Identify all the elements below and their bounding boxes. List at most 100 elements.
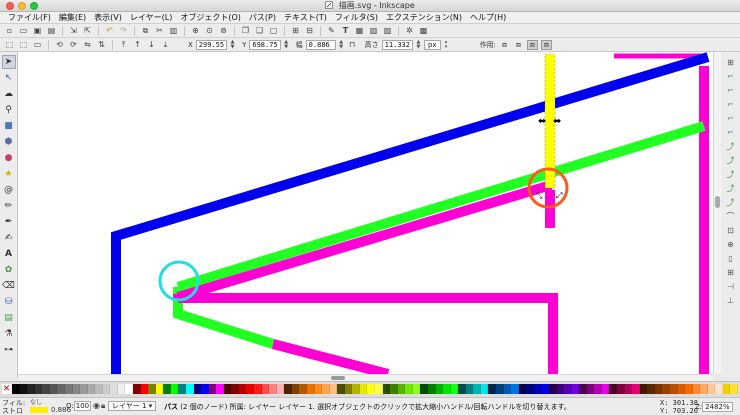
fill-stroke-icon[interactable]: ✎ bbox=[326, 26, 337, 36]
palette-swatch[interactable] bbox=[382, 384, 391, 394]
print-icon[interactable]: ▤ bbox=[46, 26, 57, 36]
palette-swatch[interactable] bbox=[163, 384, 171, 394]
palette-swatch[interactable] bbox=[662, 384, 670, 394]
palette-swatch[interactable] bbox=[72, 384, 81, 394]
palette-swatch[interactable] bbox=[34, 384, 43, 394]
palette-swatch[interactable] bbox=[571, 384, 580, 394]
snap-rotation-center-icon[interactable]: ⊕ bbox=[724, 238, 737, 250]
palette-swatch[interactable] bbox=[223, 384, 232, 394]
horizontal-scrollbar[interactable] bbox=[18, 374, 713, 381]
maximize-window-button[interactable] bbox=[30, 2, 38, 10]
palette-swatch[interactable] bbox=[473, 384, 481, 394]
scale-handle-right[interactable]: ⬌ bbox=[553, 116, 561, 127]
snap-bbox-icon[interactable]: ⌐ bbox=[724, 70, 737, 82]
palette-swatch[interactable] bbox=[458, 384, 466, 394]
snap-path-icon[interactable]: ⤴ bbox=[724, 154, 737, 166]
palette-swatch[interactable] bbox=[140, 384, 149, 394]
scale-handle-bottom-right[interactable]: ⤢ bbox=[555, 191, 562, 200]
copy-icon[interactable]: ⧉ bbox=[140, 26, 151, 36]
snap-text-baseline-icon[interactable]: ⊥ bbox=[724, 294, 737, 306]
select-all-icon[interactable]: ⬚ bbox=[4, 40, 15, 50]
palette-swatch[interactable] bbox=[556, 384, 565, 394]
snap-grid-icon[interactable]: ⊞ bbox=[724, 266, 737, 278]
rotate-ccw-icon[interactable]: ⟲ bbox=[54, 40, 65, 50]
drawing-svg[interactable]: ⬌ ⬌ ⤡ ⤢ bbox=[18, 52, 713, 374]
tweak-tool-icon[interactable]: ☁ bbox=[2, 87, 16, 101]
flip-vertical-icon[interactable]: ⇅ bbox=[96, 40, 107, 50]
width-input[interactable]: 0.886 bbox=[305, 39, 336, 50]
height-input[interactable]: 11.332 bbox=[381, 39, 413, 50]
scale-corners-icon[interactable]: ⧈ bbox=[513, 40, 524, 50]
import-icon[interactable]: ⇲ bbox=[68, 26, 79, 36]
open-file-icon[interactable]: ▭ bbox=[18, 26, 29, 36]
unit-select[interactable]: px bbox=[423, 39, 441, 50]
palette-swatch[interactable] bbox=[367, 384, 375, 394]
star-tool-icon[interactable]: ★ bbox=[2, 167, 16, 181]
redo-icon[interactable]: ↷ bbox=[118, 26, 129, 36]
palette-swatch[interactable] bbox=[677, 384, 686, 394]
palette-swatch[interactable] bbox=[133, 384, 141, 394]
palette-swatch[interactable] bbox=[390, 384, 398, 394]
unlink-clone-icon[interactable]: ▢ bbox=[268, 26, 279, 36]
x-input[interactable]: 299.55 bbox=[195, 39, 228, 50]
height-spinner[interactable]: ▲ ▼ bbox=[416, 39, 421, 50]
snap-cusp-icon[interactable]: ⤴ bbox=[724, 182, 737, 194]
palette-swatch[interactable] bbox=[579, 384, 587, 394]
palette-swatch[interactable] bbox=[193, 384, 202, 394]
palette-swatch[interactable] bbox=[49, 384, 58, 394]
palette-swatch[interactable] bbox=[435, 384, 444, 394]
palette-swatch[interactable] bbox=[178, 384, 186, 394]
y-spinner[interactable]: ▲ ▼ bbox=[284, 39, 289, 50]
palette-swatch[interactable] bbox=[238, 384, 247, 394]
palette-swatch[interactable] bbox=[427, 384, 436, 394]
zoom-selection-icon[interactable]: ⊕ bbox=[190, 26, 201, 36]
menu-layer[interactable]: レイヤー(L) bbox=[126, 12, 176, 23]
zoom-control[interactable]: Z: 2482% bbox=[695, 402, 733, 412]
palette-swatch[interactable] bbox=[344, 384, 353, 394]
palette-swatch[interactable] bbox=[306, 384, 315, 394]
zoom-page-icon[interactable]: ⊚ bbox=[218, 26, 229, 36]
palette-swatch[interactable] bbox=[722, 384, 731, 394]
palette-swatch[interactable] bbox=[359, 384, 368, 394]
text-font-icon[interactable]: T bbox=[340, 26, 351, 36]
move-patterns-icon[interactable]: ⧈ bbox=[540, 39, 552, 50]
palette-swatch[interactable] bbox=[148, 384, 156, 394]
palette-swatch[interactable] bbox=[299, 384, 307, 394]
palette-swatch[interactable] bbox=[216, 384, 224, 394]
export-icon[interactable]: ⇱ bbox=[82, 26, 93, 36]
paint-bucket-tool-icon[interactable]: ⛁ bbox=[2, 295, 16, 309]
palette-swatch[interactable] bbox=[654, 384, 663, 394]
flip-horizontal-icon[interactable]: ⇋ bbox=[82, 40, 93, 50]
palette-swatch[interactable] bbox=[480, 384, 489, 394]
palette-swatch[interactable] bbox=[337, 384, 345, 394]
palette-swatch[interactable] bbox=[730, 384, 738, 394]
palette-swatch[interactable] bbox=[548, 384, 557, 394]
selector-tool-icon[interactable]: ➤ bbox=[1, 55, 16, 69]
drawing-canvas[interactable]: ⬌ ⬌ ⤡ ⤢ bbox=[18, 52, 713, 374]
cut-icon[interactable]: ✂ bbox=[154, 26, 165, 36]
palette-swatch[interactable] bbox=[291, 384, 300, 394]
snap-smooth-icon[interactable]: ⤴ bbox=[724, 196, 737, 208]
palette-swatch[interactable] bbox=[87, 384, 96, 394]
snap-bbox-edge-icon[interactable]: ⌐ bbox=[724, 84, 737, 96]
palette-swatch[interactable] bbox=[64, 384, 73, 394]
duplicate-icon[interactable]: ❐ bbox=[240, 26, 251, 36]
vertical-scrollbar[interactable] bbox=[713, 52, 721, 374]
spray-tool-icon[interactable]: ✿ bbox=[2, 263, 16, 277]
snap-nodes-icon[interactable]: ⤴ bbox=[724, 140, 737, 152]
palette-swatch[interactable] bbox=[526, 384, 534, 394]
raise-to-top-icon[interactable]: ⤒ bbox=[118, 40, 129, 50]
palette-swatch[interactable] bbox=[420, 384, 428, 394]
palette-swatch[interactable] bbox=[19, 384, 28, 394]
close-window-button[interactable] bbox=[6, 2, 14, 10]
palette-swatch[interactable] bbox=[125, 384, 133, 394]
palette-swatch[interactable] bbox=[405, 384, 413, 394]
connector-tool-icon[interactable]: ⊶ bbox=[2, 343, 16, 357]
zoom-tool-icon[interactable]: ⚲ bbox=[2, 103, 16, 117]
magenta-lower-path[interactable] bbox=[271, 339, 390, 374]
palette-swatch[interactable] bbox=[254, 384, 262, 394]
scale-handle-left[interactable]: ⬌ bbox=[538, 116, 546, 127]
group-icon[interactable]: ⊞ bbox=[290, 26, 301, 36]
palette-swatch[interactable] bbox=[208, 384, 217, 394]
palette-swatch[interactable] bbox=[617, 384, 625, 394]
